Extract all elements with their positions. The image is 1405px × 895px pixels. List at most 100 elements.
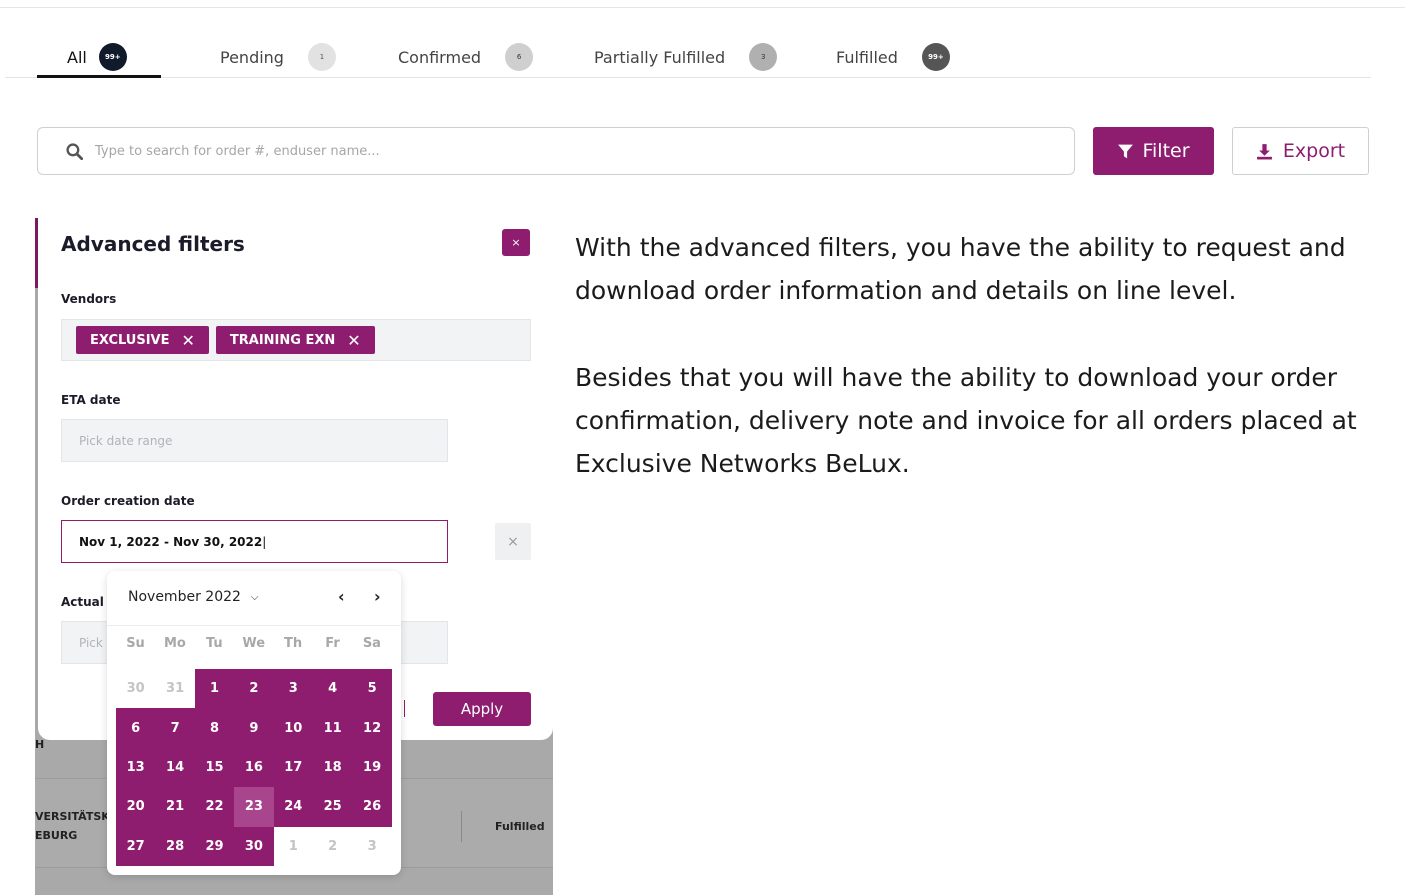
calendar-day[interactable]: 31 — [155, 669, 194, 708]
vendor-chip-label: EXCLUSIVE — [90, 332, 170, 348]
tab-pending[interactable]: Pending 1 — [220, 43, 336, 71]
tab-confirmed[interactable]: Confirmed 6 — [398, 43, 534, 71]
vendors-multiselect[interactable]: EXCLUSIVE ✕ TRAINING EXN ✕ — [61, 319, 531, 361]
tab-partially-fulfilled[interactable]: Partially Fulfilled 3 — [594, 43, 778, 71]
chevron-right-icon[interactable]: › — [374, 587, 381, 606]
tab-label: Pending — [220, 47, 284, 67]
calendar-day[interactable]: 4 — [313, 669, 353, 709]
clear-date-button[interactable]: × — [495, 523, 531, 560]
calendar-day[interactable]: 25 — [313, 787, 353, 827]
calendar-day[interactable]: 5 — [352, 669, 392, 709]
calendar-day[interactable]: 29 — [194, 826, 235, 866]
calendar-day[interactable]: 28 — [155, 826, 195, 866]
order-creation-date-value: Nov 1, 2022 - Nov 30, 2022 — [79, 534, 263, 549]
chevron-left-icon[interactable]: ‹ — [338, 587, 345, 606]
month-label: November 2022 — [128, 589, 241, 605]
vendors-label: Vendors — [61, 292, 117, 306]
remove-icon[interactable]: ✕ — [347, 331, 360, 350]
description-paragraph: With the advanced filters, you have the … — [575, 233, 1346, 305]
eta-date-input[interactable]: Pick date range — [61, 419, 448, 462]
vendor-chip: EXCLUSIVE ✕ — [76, 326, 209, 354]
apply-button[interactable]: Apply — [433, 692, 531, 726]
count-badge: 99+ — [921, 43, 950, 71]
weekday-label: Sa — [362, 636, 381, 651]
active-tab-indicator — [37, 75, 161, 78]
calendar-day[interactable]: 23 — [234, 787, 274, 827]
calendar-day[interactable]: 20 — [116, 787, 156, 827]
calendar-day[interactable]: 16 — [234, 747, 274, 788]
table-cell: H — [35, 738, 45, 751]
weekday-label: Th — [284, 636, 303, 651]
calendar-day[interactable]: 30 — [234, 826, 274, 866]
weekday-label: Su — [126, 636, 145, 651]
calendar-divider — [107, 625, 401, 626]
date-range-picker: November 2022 ⌵ ‹ › Su Mo Tu We Th Fr Sa 30 31 1… — [107, 571, 401, 875]
weekday-label: Mo — [163, 636, 186, 651]
tab-label: Partially Fulfilled — [594, 47, 726, 67]
vendor-chip: TRAINING EXN ✕ — [215, 326, 375, 354]
export-button[interactable]: Export — [1232, 127, 1369, 175]
calendar-day[interactable]: 26 — [352, 787, 392, 827]
calendar-day[interactable]: 3 — [352, 827, 391, 866]
count-badge: 3 — [749, 43, 778, 71]
status-cell: Fulfilled — [495, 820, 545, 833]
calendar-day[interactable]: 10 — [273, 708, 313, 748]
calendar-day[interactable]: 6 — [116, 708, 156, 748]
calendar-day[interactable]: 30 — [116, 669, 155, 708]
calendar-day[interactable]: 14 — [155, 747, 195, 788]
calendar-day[interactable]: 19 — [352, 747, 392, 788]
count-badge: 6 — [505, 43, 534, 71]
cancel-link[interactable] — [404, 700, 405, 717]
search-input[interactable] — [95, 143, 995, 159]
calendar-day[interactable]: 15 — [194, 747, 235, 788]
weekday-label: Fr — [325, 636, 340, 651]
tab-all[interactable]: All 99+ — [67, 43, 127, 71]
modal-title: Advanced filters — [61, 232, 245, 256]
calendar-day[interactable]: 21 — [155, 787, 195, 827]
calendar-day[interactable]: 12 — [352, 708, 392, 748]
description-paragraph: Besides that you will have the ability t… — [575, 363, 1357, 478]
calendar-day[interactable]: 27 — [116, 826, 156, 866]
calendar-day[interactable]: 7 — [155, 708, 195, 748]
calendar-day[interactable]: 18 — [313, 747, 353, 788]
vendor-chip-label: TRAINING EXN — [229, 332, 336, 348]
calendar-day[interactable]: 8 — [194, 708, 235, 748]
calendar-day[interactable]: 1 — [274, 827, 313, 866]
download-icon — [1256, 143, 1272, 159]
tab-label: All — [67, 47, 87, 67]
calendar-day[interactable]: 22 — [194, 787, 235, 827]
count-badge: 99+ — [98, 43, 127, 71]
calendar-day[interactable]: 2 — [313, 827, 352, 866]
order-creation-date-input[interactable]: Nov 1, 2022 - Nov 30, 2022 | — [61, 520, 448, 563]
calendar-day[interactable]: 11 — [313, 708, 353, 748]
count-badge: 1 — [307, 43, 336, 71]
calendar-day[interactable]: 13 — [116, 747, 156, 788]
calendar-day[interactable]: 1 — [194, 669, 235, 709]
month-selector[interactable]: November 2022 ⌵ — [128, 589, 259, 605]
close-button[interactable]: × — [502, 229, 530, 256]
eta-date-label: ETA date — [61, 393, 121, 407]
tab-label: Confirmed — [398, 47, 482, 67]
column-divider — [461, 811, 462, 842]
calendar-day[interactable]: 17 — [273, 747, 313, 788]
tab-fulfilled[interactable]: Fulfilled 99+ — [836, 43, 950, 71]
chevron-down-icon: ⌵ — [250, 591, 259, 603]
calendar-day[interactable]: 2 — [234, 669, 274, 709]
filter-icon — [1118, 144, 1134, 158]
filter-button[interactable]: Filter — [1093, 127, 1214, 175]
search-bar — [37, 127, 1075, 175]
remove-icon[interactable]: ✕ — [182, 331, 195, 350]
search-icon — [66, 142, 83, 160]
order-creation-date-label: Order creation date — [61, 494, 195, 508]
filter-button-label: Filter — [1142, 140, 1190, 162]
top-divider — [0, 7, 1405, 8]
order-status-tabs: All 99+ Pending 1 Confirmed 6 Partially … — [5, 36, 1371, 78]
description: With the advanced filters, you have the … — [575, 226, 1395, 485]
tab-label: Fulfilled — [836, 47, 898, 67]
calendar-day[interactable]: 9 — [234, 708, 274, 748]
calendar-day[interactable]: 24 — [273, 787, 313, 827]
export-button-label: Export — [1282, 140, 1346, 162]
calendar-day[interactable]: 3 — [273, 669, 313, 709]
weekday-label: Tu — [205, 636, 223, 651]
calendar-grid: 30 31 1 2 3 4 5 6 7 8 9 10 11 12 13 14 15 16 17 18 19 20 21 22 2… — [116, 669, 392, 866]
